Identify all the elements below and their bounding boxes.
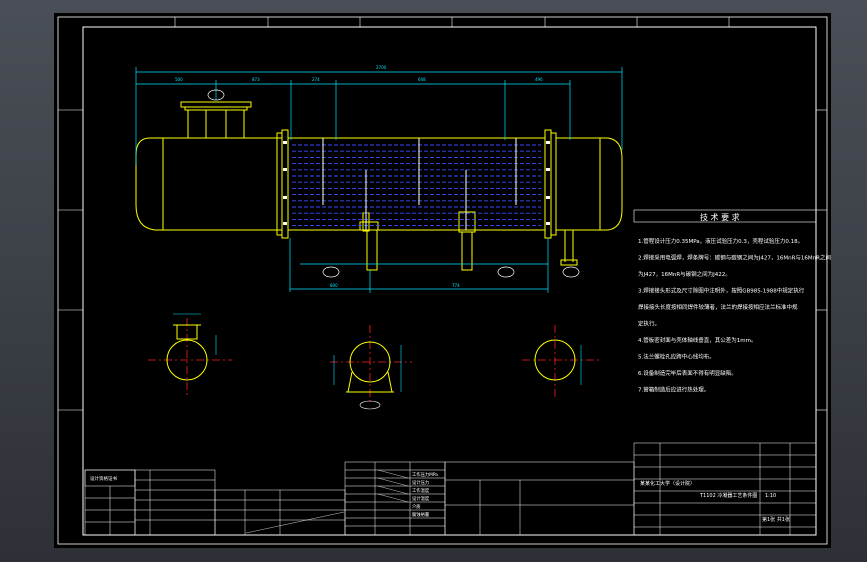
scale: 1:10 [765,493,776,499]
dim-5: 496 [535,77,543,82]
company: 某某化工大学（设计院） [640,480,695,487]
svg-text:设计资格证书: 设计资格证书 [90,475,117,482]
tech-line: 4.管板密封面与壳体轴线垂直，其公差为1mm。 [638,336,756,344]
tech-line: 1.管程设计压力0.35MPa，液压试验压力0.3，壳程试验压力0.18。 [638,237,803,245]
dim-3: 274 [312,77,320,82]
dim-4: 648 [418,77,426,82]
stamp-text: 设计资格证书 [90,475,117,482]
tech-line: 定执行。 [638,320,660,328]
design-row-label: 工作温度 [412,487,430,494]
dim-6: 800 [330,283,338,288]
sheet: 第1张 共1张 [762,516,790,523]
drawing-name: T1102 冷凝器工艺条件图 [699,492,757,499]
tech-line: 5.法兰螺栓孔应跨中心线均布。 [638,353,715,361]
design-row-label: 设计压力 [412,479,429,486]
tech-line: 7.管箱制造后应进行热处理。 [638,386,709,394]
design-row-label: 设计温度 [412,495,430,502]
cad-viewport: 2700 500 873 274 648 496 800 774 技 术 要 求… [0,0,867,562]
tech-line: 焊接接头长度按相同焊件较薄者，法兰的焊接按相应法兰标准中规 [638,303,798,311]
dim-1: 500 [175,77,183,82]
tech-line: 3.焊接接头形式及尺寸除图中注明外，按照GB985-1988中规定执行 [638,287,805,295]
dim-2: 873 [252,77,260,82]
design-row-label: 工作压力MPa [412,471,438,478]
design-row-label: 介质 [412,503,421,510]
tech-line: 为J427，16MnR与碳钢之间为J422。 [638,270,731,278]
main-dimension: 2700 [376,65,387,70]
tech-title: 技 术 要 求 [700,212,740,222]
design-row-label: 腐蚀裕量 [412,511,430,518]
tech-line: 6.设备制造完毕后表面不得有明显缺陷。 [638,369,737,377]
drawing-canvas: 2700 500 873 274 648 496 800 774 技 术 要 求… [54,13,831,548]
dim-7: 774 [452,283,460,288]
tech-line: 2.焊接采用电弧焊，焊条牌号：碳钢与碳钢之间为J427，16MnR与16MnR之… [638,254,831,262]
drawing-sheet [54,13,831,548]
